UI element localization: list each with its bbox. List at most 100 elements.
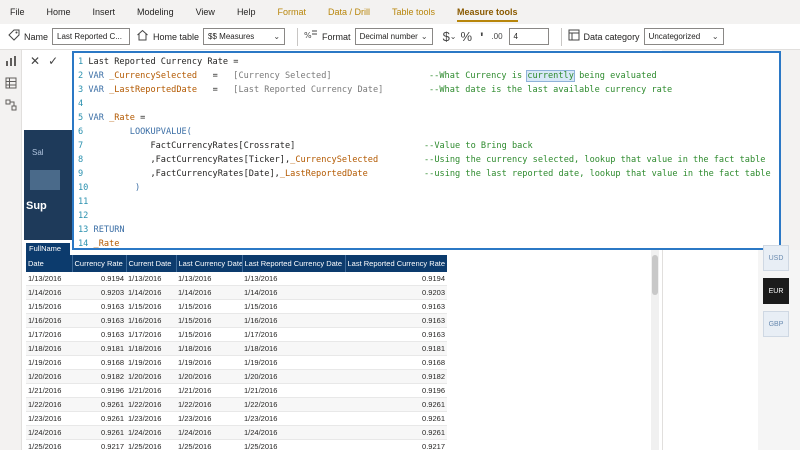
ribbon-tabs: File Home Insert Modeling View Help Form… xyxy=(0,0,800,24)
data-category-icon xyxy=(568,29,580,44)
table-cell: 1/19/2016 xyxy=(126,355,176,371)
slicer-item-usd[interactable]: USD xyxy=(763,245,789,271)
slicer-item-eur[interactable]: EUR xyxy=(763,278,789,304)
currency-button[interactable]: $ xyxy=(443,29,450,44)
tab-insert[interactable]: Insert xyxy=(93,0,116,24)
table-cell: 1/15/2016 xyxy=(242,299,345,315)
operator: = xyxy=(197,71,234,81)
variable-name: _CurrencySelected xyxy=(103,71,198,81)
table-cell: 0.9163 xyxy=(72,327,126,343)
table-row[interactable]: 1/18/2016 0.9181 1/18/2016 1/18/2016 1/18/20… xyxy=(26,341,447,357)
column-header[interactable]: Current Date xyxy=(126,255,177,272)
tab-table-tools[interactable]: Table tools xyxy=(392,0,435,24)
model-view-icon[interactable] xyxy=(0,94,22,116)
tab-measure-tools[interactable]: Measure tools xyxy=(457,0,518,24)
table-row[interactable]: 1/24/2016 0.9261 1/24/2016 1/24/2016 1/24/20… xyxy=(26,425,447,441)
table-row[interactable]: 1/22/2016 0.9261 1/22/2016 1/22/2016 1/22/20… xyxy=(26,397,447,413)
code-comment: --using the last reported date, lookup t… xyxy=(424,169,771,179)
table-cell: 1/20/2016 xyxy=(126,369,176,385)
table-cell: 1/16/2016 xyxy=(26,313,72,329)
column-header[interactable]: Last Reported Currency Date xyxy=(242,255,346,272)
column-header[interactable]: Last Reported Currency Rate xyxy=(345,255,447,272)
commit-formula-icon[interactable]: ✓ xyxy=(48,54,58,68)
format-select[interactable]: Decimal number ⌄ xyxy=(354,28,433,45)
table-cell: 0.9168 xyxy=(345,355,447,371)
code-line: 4 xyxy=(78,97,83,111)
table-cell: 1/13/2016 xyxy=(126,272,176,287)
table-cell: 1/18/2016 xyxy=(176,341,242,357)
table-cell: 0.9196 xyxy=(72,383,126,399)
table-row[interactable]: 1/19/2016 0.9168 1/19/2016 1/19/2016 1/19/20… xyxy=(26,355,447,371)
code-text: FactCurrencyRates[Crossrate] xyxy=(88,141,296,151)
code-line: 7 FactCurrencyRates[Crossrate] xyxy=(78,139,295,153)
variable-name: _Rate xyxy=(93,239,120,249)
table-cell: 1/21/2016 xyxy=(242,383,345,399)
table-cell: 0.9261 xyxy=(72,425,126,441)
table-row[interactable]: 1/14/2016 0.9203 1/14/2016 1/14/2016 1/14/20… xyxy=(26,285,447,301)
report-view-icon[interactable] xyxy=(0,50,22,72)
table-row[interactable]: 1/25/2016 0.9217 1/25/2016 1/25/2016 1/25/20… xyxy=(26,439,447,450)
table-cell: 1/20/2016 xyxy=(242,369,345,385)
dax-formula-editor[interactable]: 1 Last Reported Currency Rate = 2 VAR _C… xyxy=(72,51,781,250)
name-input[interactable]: Last Reported C... xyxy=(52,28,131,45)
column-header[interactable]: Date xyxy=(26,255,73,272)
table-cell: 0.9163 xyxy=(345,299,447,315)
code-text: ) xyxy=(93,183,141,193)
tab-modeling[interactable]: Modeling xyxy=(137,0,174,24)
line-number: 2 xyxy=(78,71,84,81)
data-category-select[interactable]: Uncategorized ⌄ xyxy=(643,28,724,45)
currency-rate-table[interactable]: Date Currency Rate Current Date Last Cur… xyxy=(26,255,447,450)
chevron-down-icon[interactable]: ⌄ xyxy=(450,32,457,41)
tab-file[interactable]: File xyxy=(10,0,25,24)
tab-data-drill[interactable]: Data / Drill xyxy=(328,0,370,24)
code-line: 14 _Rate xyxy=(78,237,120,249)
measure-ref: [Last Reported Currency Date] xyxy=(233,85,384,95)
table-cell: 1/19/2016 xyxy=(176,355,242,371)
code-line: 11 xyxy=(78,195,88,209)
tab-home[interactable]: Home xyxy=(47,0,71,24)
table-row[interactable]: 1/17/2016 0.9163 1/17/2016 1/15/2016 1/17/20… xyxy=(26,327,447,343)
column-header[interactable]: Currency Rate xyxy=(72,255,127,272)
decimals-button[interactable]: .00 xyxy=(491,32,502,41)
decimals-stepper[interactable]: 4 xyxy=(508,28,549,45)
chevron-down-icon: ⌄ xyxy=(711,32,719,41)
table-row[interactable]: 1/15/2016 0.9163 1/15/2016 1/15/2016 1/15/20… xyxy=(26,299,447,315)
tab-help[interactable]: Help xyxy=(237,0,256,24)
code-text: ,FactCurrencyRates[Ticker], xyxy=(88,155,291,165)
line-number: 14 xyxy=(78,239,89,249)
column-header[interactable]: Last Currency Date xyxy=(176,255,243,272)
code-line: 9 ,FactCurrencyRates[Date],_LastReported… xyxy=(78,167,368,181)
home-table-select[interactable]: $$ Measures ⌄ xyxy=(203,28,286,45)
table-header-row: Date Currency Rate Current Date Last Cur… xyxy=(26,255,447,272)
line-number: 9 xyxy=(78,169,84,179)
line-number: 11 xyxy=(78,197,89,207)
variable-name: _LastReportedDate xyxy=(103,85,198,95)
table-cell: 1/16/2016 xyxy=(242,313,345,329)
code-line: 2 VAR _CurrencySelected = [Currency Sele… xyxy=(78,69,332,83)
table-cell: 0.9163 xyxy=(72,299,126,315)
percent-button[interactable]: % xyxy=(461,29,473,44)
table-cell: 0.9196 xyxy=(345,383,447,399)
table-cell: 1/19/2016 xyxy=(26,355,72,371)
scrollbar-thumb[interactable] xyxy=(652,255,658,295)
table-cell: 1/13/2016 xyxy=(26,272,72,287)
data-view-icon[interactable] xyxy=(0,72,22,94)
table-cell: 0.9203 xyxy=(72,285,126,301)
background-visual[interactable]: Sal Sup xyxy=(24,130,74,240)
table-row[interactable]: 1/21/2016 0.9196 1/21/2016 1/21/2016 1/21/20… xyxy=(26,383,447,399)
tab-format[interactable]: Format xyxy=(277,0,306,24)
table-cell: 0.9181 xyxy=(72,341,126,357)
table-row[interactable]: 1/13/2016 0.9194 1/13/2016 1/13/2016 1/13/20… xyxy=(26,272,447,287)
code-comment: --What Currency is currently being evalu… xyxy=(429,70,657,82)
table-row[interactable]: 1/20/2016 0.9182 1/20/2016 1/20/2016 1/20/20… xyxy=(26,369,447,385)
table-row[interactable]: 1/16/2016 0.9163 1/16/2016 1/15/2016 1/16/20… xyxy=(26,313,447,329)
table-cell: 1/14/2016 xyxy=(242,285,345,301)
code-line: 13 RETURN xyxy=(78,223,125,237)
table-cell: 1/23/2016 xyxy=(26,411,72,427)
table-row[interactable]: 1/23/2016 0.9261 1/23/2016 1/23/2016 1/23/20… xyxy=(26,411,447,427)
cancel-formula-icon[interactable]: ✕ xyxy=(30,54,40,68)
table-cell: 0.9261 xyxy=(345,411,447,427)
comma-button[interactable]: ' xyxy=(480,29,483,45)
slicer-item-gbp[interactable]: GBP xyxy=(763,311,789,337)
tab-view[interactable]: View xyxy=(196,0,215,24)
